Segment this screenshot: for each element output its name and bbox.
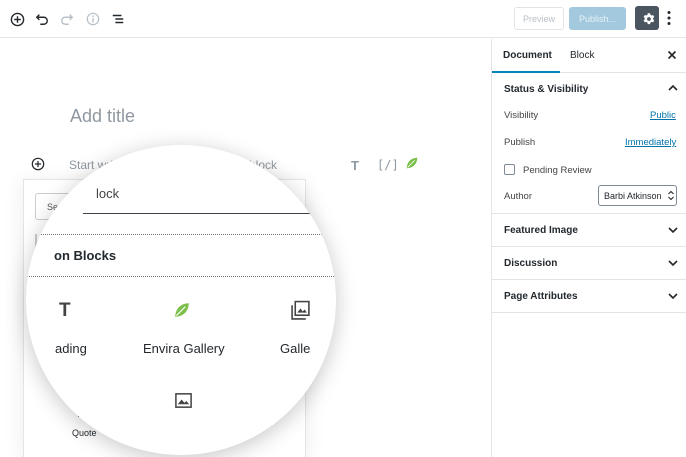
settings-button[interactable] <box>635 6 659 30</box>
panel-divider <box>492 312 686 313</box>
image-icon[interactable] <box>174 391 193 410</box>
magnifier-lens: lock on Blocks T ading Envira Gallery Ga… <box>26 145 336 455</box>
author-select-value: Barbi Atkinson <box>604 191 662 201</box>
panel-discussion-title: Discussion <box>504 258 558 269</box>
block-label-heading[interactable]: ading <box>55 341 87 356</box>
magnified-search-text[interactable]: lock <box>96 186 119 201</box>
heading-icon: T <box>59 300 71 321</box>
envira-leaf-icon <box>173 301 191 319</box>
block-label-envira-gallery[interactable]: Envira Gallery <box>143 341 225 356</box>
author-label: Author <box>504 191 532 202</box>
redo-icon[interactable] <box>56 8 78 30</box>
tab-document-label: Document <box>503 50 552 61</box>
publish-button[interactable]: Publish... <box>569 7 626 30</box>
close-icon[interactable] <box>667 50 677 60</box>
publish-date-link[interactable]: Immediately <box>625 137 676 148</box>
title-input[interactable]: Add title <box>70 106 135 127</box>
visibility-link[interactable]: Public <box>650 110 676 121</box>
more-vertical-icon[interactable] <box>666 10 672 26</box>
settings-sidebar: Document Block Status & Visibility Visib… <box>491 39 686 457</box>
panel-status-visibility-title[interactable]: Status & Visibility <box>504 84 588 95</box>
chevron-down-icon <box>668 293 678 300</box>
plus-circle-icon[interactable] <box>6 8 28 30</box>
preview-button[interactable]: Preview <box>514 7 564 30</box>
sidebar-tabs: Document Block <box>492 39 686 73</box>
select-arrows-icon <box>668 190 674 201</box>
tab-block[interactable]: Block <box>560 39 606 73</box>
gallery-icon <box>290 300 311 321</box>
top-toolbar: Preview Publish... <box>0 0 686 38</box>
undo-icon[interactable] <box>31 8 53 30</box>
panel-page-attributes[interactable]: Page Attributes <box>492 280 686 313</box>
publish-label: Publish <box>504 137 536 148</box>
info-icon[interactable] <box>82 8 104 30</box>
gear-icon <box>643 12 654 24</box>
magnified-search-underline <box>83 213 313 214</box>
tab-block-label: Block <box>570 50 595 61</box>
envira-leaf-icon[interactable] <box>405 156 419 170</box>
dotted-divider-2 <box>26 276 336 277</box>
panel-discussion[interactable]: Discussion <box>492 247 686 280</box>
chevron-up-icon[interactable] <box>668 84 678 91</box>
shortcode-icon[interactable]: [/] <box>377 158 399 172</box>
tab-document[interactable]: Document <box>492 39 560 73</box>
visibility-label: Visibility <box>504 110 539 121</box>
list-icon[interactable] <box>107 8 129 30</box>
block-category-label[interactable]: on Blocks <box>54 248 116 263</box>
pending-review-checkbox[interactable] <box>504 164 515 175</box>
plus-circle-icon <box>31 157 45 171</box>
block-label-gallery[interactable]: Galle <box>280 341 310 356</box>
author-select[interactable]: Barbi Atkinson <box>598 185 677 206</box>
block-inserter-toggle[interactable] <box>31 157 45 171</box>
chevron-down-icon <box>668 227 678 234</box>
dotted-divider <box>26 234 336 235</box>
panel-page-attributes-title: Page Attributes <box>504 291 578 302</box>
panel-featured-image[interactable]: Featured Image <box>492 214 686 247</box>
chevron-down-icon <box>668 260 678 267</box>
block-label-quote[interactable]: Quote <box>72 428 97 438</box>
panel-featured-image-title: Featured Image <box>504 225 578 236</box>
heading-icon[interactable]: T <box>351 158 359 173</box>
pending-review-label: Pending Review <box>523 165 592 176</box>
